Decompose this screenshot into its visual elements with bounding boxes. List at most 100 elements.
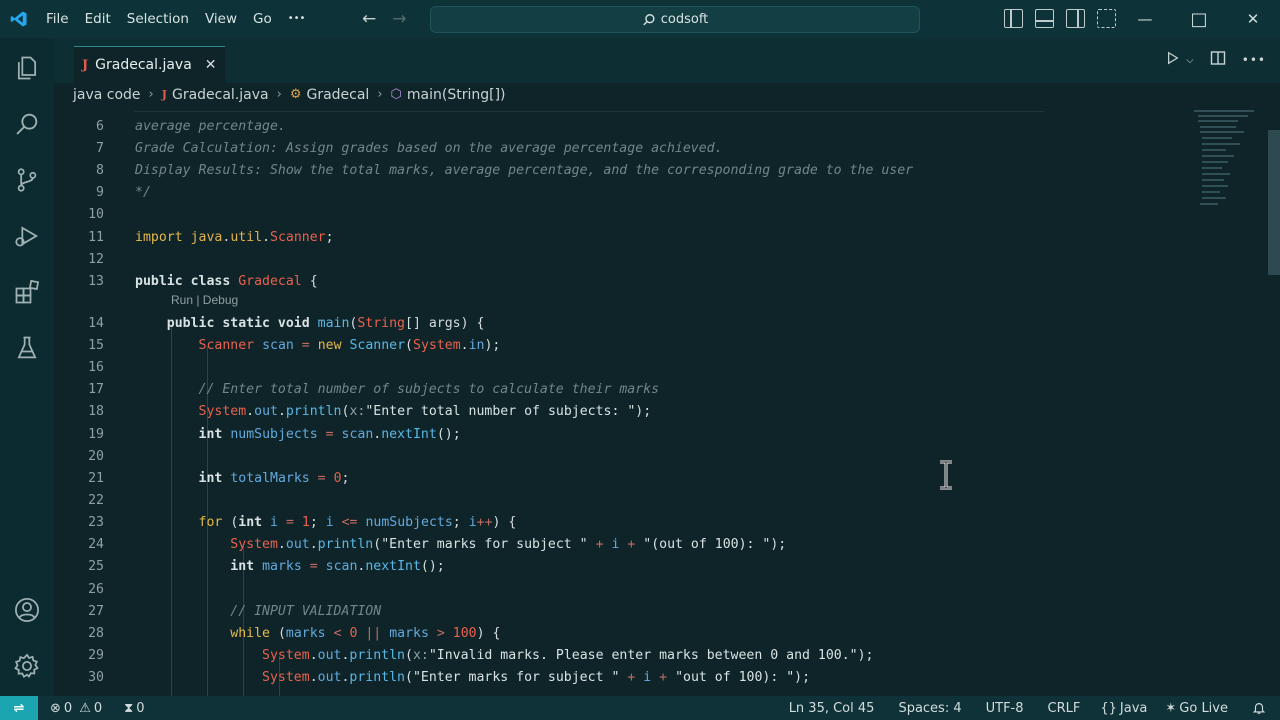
code-line[interactable]: 19 int numSubjects = scan.nextInt(); bbox=[54, 424, 1190, 446]
code-line[interactable]: 29 System.out.println(x:"Invalid marks. … bbox=[54, 645, 1190, 667]
eol-status[interactable]: CRLF bbox=[1042, 701, 1095, 716]
ports-status[interactable]: ⧗ 0 bbox=[118, 701, 150, 716]
extensions-icon[interactable] bbox=[0, 268, 54, 316]
line-number: 25 bbox=[88, 559, 104, 574]
line-number: 13 bbox=[88, 274, 104, 289]
codelens-run-debug[interactable]: Run | Debug bbox=[171, 293, 238, 307]
minimap[interactable] bbox=[1190, 106, 1266, 696]
code-line[interactable]: 10 bbox=[54, 204, 1190, 226]
menu-selection[interactable]: Selection bbox=[119, 0, 197, 38]
code-line[interactable]: 16 bbox=[54, 357, 1190, 379]
code-line[interactable]: 21 int totalMarks = 0; bbox=[54, 468, 1190, 490]
indentation-status[interactable]: Spaces: 4 bbox=[892, 701, 979, 716]
forward-arrow-icon[interactable]: → bbox=[392, 9, 406, 29]
more-actions-icon[interactable]: ••• bbox=[1242, 53, 1266, 67]
menu-more[interactable]: ••• bbox=[280, 0, 314, 38]
code-line[interactable]: 15 Scanner scan = new Scanner(System.in)… bbox=[54, 335, 1190, 357]
toggle-secondary-sidebar-icon[interactable] bbox=[1066, 9, 1085, 28]
code-text: Scanner scan = new Scanner(System.in); bbox=[198, 338, 501, 353]
tab-gradecal-java[interactable]: J Gradecal.java ✕ bbox=[74, 46, 225, 83]
code-line[interactable]: 18 System.out.println(x:"Enter total num… bbox=[54, 401, 1190, 423]
code-text: public class Gradecal { bbox=[135, 274, 318, 289]
code-text: import java.util.Scanner; bbox=[135, 230, 334, 245]
line-number: 30 bbox=[88, 670, 104, 685]
editor-tabs-bar: J Gradecal.java ✕ ⌵ ••• bbox=[54, 38, 1280, 83]
back-arrow-icon[interactable]: ← bbox=[362, 9, 376, 29]
code-editor[interactable]: 6 average percentage. 7 Grade Calculation: … bbox=[54, 106, 1190, 696]
code-line[interactable]: 24 System.out.println("Enter marks for s… bbox=[54, 534, 1190, 556]
code-line[interactable]: 23 for (int i = 1; i <= numSubjects; i++… bbox=[54, 512, 1190, 534]
code-line[interactable]: 27 // INPUT VALIDATION bbox=[54, 601, 1190, 623]
breadcrumb-method[interactable]: main(String[]) bbox=[407, 87, 506, 103]
run-dropdown-chevron-icon[interactable]: ⌵ bbox=[1186, 55, 1194, 66]
menu-view[interactable]: View bbox=[197, 0, 245, 38]
command-center-search[interactable]: codsoft bbox=[430, 6, 920, 33]
testing-flask-icon[interactable] bbox=[0, 324, 54, 372]
antenna-icon: ✶ bbox=[1165, 700, 1177, 716]
remote-indicator-icon[interactable]: ⇌ bbox=[0, 696, 38, 720]
line-number: 18 bbox=[88, 404, 104, 419]
code-text: System.out.println(x:"Enter total number… bbox=[198, 404, 652, 419]
go-live-button[interactable]: ✶ Go Live bbox=[1159, 701, 1246, 716]
code-line[interactable]: 28 while (marks < 0 || marks > 100) { bbox=[54, 623, 1190, 645]
cursor-position[interactable]: Ln 35, Col 45 bbox=[783, 701, 893, 716]
breadcrumb-class[interactable]: Gradecal bbox=[306, 87, 369, 103]
code-text: // Enter total number of subjects to cal… bbox=[198, 382, 660, 397]
customize-layout-icon[interactable] bbox=[1097, 9, 1116, 28]
braces-icon: {} bbox=[1100, 700, 1117, 716]
problems-status[interactable]: ⊗ 0 ⚠ 0 bbox=[44, 701, 108, 716]
line-number: 11 bbox=[88, 230, 104, 245]
toggle-panel-icon[interactable] bbox=[1035, 9, 1054, 28]
code-line[interactable]: 9 */ bbox=[54, 182, 1190, 204]
minimize-button[interactable]: — bbox=[1118, 0, 1172, 38]
run-debug-icon[interactable] bbox=[0, 212, 54, 260]
code-line[interactable]: 6 average percentage. bbox=[54, 116, 1190, 138]
ports-count: 0 bbox=[136, 700, 145, 716]
code-line[interactable]: 8 Display Results: Show the total marks, … bbox=[54, 160, 1190, 182]
line-number: 8 bbox=[96, 163, 104, 178]
encoding-status[interactable]: UTF-8 bbox=[980, 701, 1042, 716]
vscode-logo-icon bbox=[0, 0, 38, 38]
code-line[interactable]: 30 System.out.println("Enter marks for s… bbox=[54, 667, 1190, 689]
scrollbar-thumb[interactable] bbox=[1268, 130, 1280, 275]
code-text: Grade Calculation: Assign grades based o… bbox=[135, 141, 723, 156]
menu-go[interactable]: Go bbox=[245, 0, 280, 38]
code-line[interactable]: 22 bbox=[54, 490, 1190, 512]
breadcrumb-file[interactable]: Gradecal.java bbox=[172, 87, 269, 103]
line-number: 14 bbox=[88, 316, 104, 331]
java-file-icon: J bbox=[82, 57, 89, 73]
language-mode[interactable]: {} Java bbox=[1094, 701, 1159, 716]
explorer-icon[interactable] bbox=[0, 44, 54, 92]
menu-edit[interactable]: Edit bbox=[77, 0, 119, 38]
breadcrumb-folder[interactable]: java code bbox=[73, 87, 141, 103]
code-line[interactable]: 20 bbox=[54, 446, 1190, 468]
menu-file[interactable]: File bbox=[38, 0, 77, 38]
broadcast-icon: ⧗ bbox=[124, 700, 134, 716]
line-number: 21 bbox=[88, 471, 104, 486]
split-editor-icon[interactable] bbox=[1210, 50, 1226, 70]
chevron-right-icon: › bbox=[276, 87, 282, 102]
run-java-icon[interactable] bbox=[1166, 51, 1180, 69]
code-line[interactable]: 12 bbox=[54, 249, 1190, 271]
accounts-icon[interactable] bbox=[0, 586, 54, 634]
line-number: 15 bbox=[88, 338, 104, 353]
maximize-button[interactable]: □ bbox=[1172, 0, 1226, 38]
code-line[interactable]: 11 import java.util.Scanner; bbox=[54, 227, 1190, 249]
code-line[interactable]: 13 public class Gradecal { bbox=[54, 271, 1190, 293]
close-window-button[interactable]: ✕ bbox=[1226, 0, 1280, 38]
toggle-primary-sidebar-icon[interactable] bbox=[1004, 9, 1023, 28]
source-control-icon[interactable] bbox=[0, 156, 54, 204]
search-icon[interactable] bbox=[0, 100, 54, 148]
code-line[interactable]: 14 public static void main(String[] args… bbox=[54, 313, 1190, 335]
menu-bar: File Edit Selection View Go ••• bbox=[38, 0, 313, 38]
warning-count: 0 bbox=[93, 700, 103, 716]
code-line[interactable]: 26 bbox=[54, 579, 1190, 601]
notifications-bell-icon[interactable] bbox=[1246, 701, 1280, 715]
tab-close-icon[interactable]: ✕ bbox=[205, 57, 217, 73]
code-line[interactable]: 7 Grade Calculation: Assign grades based … bbox=[54, 138, 1190, 160]
code-text: while (marks < 0 || marks > 100) { bbox=[230, 626, 501, 641]
code-text: for (int i = 1; i <= numSubjects; i++) { bbox=[198, 515, 517, 530]
code-line[interactable]: 17 // Enter total number of subjects to … bbox=[54, 379, 1190, 401]
settings-gear-icon[interactable] bbox=[0, 642, 54, 690]
code-line[interactable]: 25 int marks = scan.nextInt(); bbox=[54, 556, 1190, 578]
